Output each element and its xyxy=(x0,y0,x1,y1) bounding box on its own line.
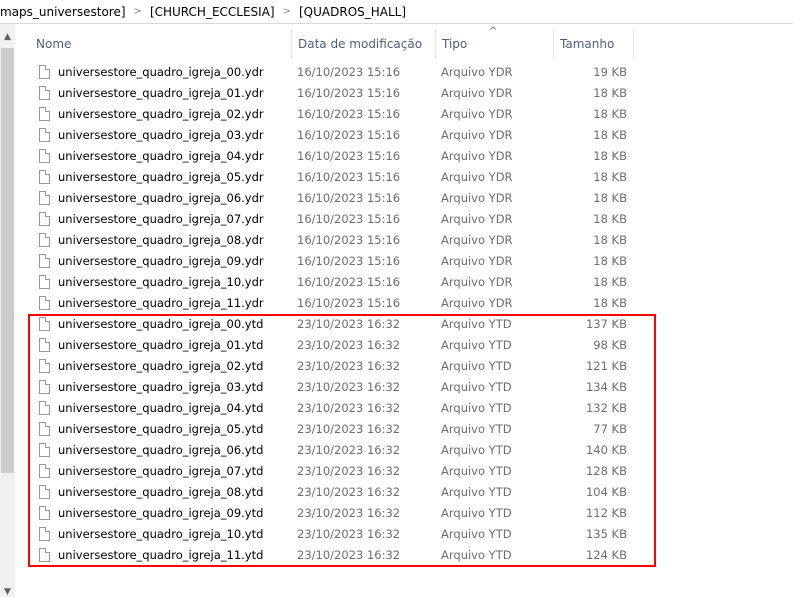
column-header-size[interactable]: Tamanho xyxy=(554,30,634,58)
file-icon xyxy=(39,149,50,163)
file-name: universestore_quadro_igreja_11.ydr xyxy=(58,296,264,310)
file-name: universestore_quadro_igreja_04.ydr xyxy=(58,149,264,163)
file-name: universestore_quadro_igreja_01.ydr xyxy=(58,86,264,100)
file-date: 16/10/2023 15:16 xyxy=(297,86,401,100)
file-date: 16/10/2023 15:16 xyxy=(297,149,401,163)
file-type: Arquivo YDR xyxy=(441,86,513,100)
breadcrumb-item[interactable]: [CHURCH_ECCLESIA] xyxy=(150,5,275,19)
breadcrumb-item[interactable]: maps_universestore] xyxy=(0,5,126,19)
column-header-row: Nome Data de modificação Tipo Tamanho xyxy=(15,30,793,58)
file-row[interactable]: universestore_quadro_igreja_09.ydr 16/10… xyxy=(35,251,635,272)
file-name: universestore_quadro_igreja_09.ydr xyxy=(58,254,264,268)
file-size: 18 KB xyxy=(593,296,627,310)
file-name: universestore_quadro_igreja_00.ydr xyxy=(58,65,264,79)
breadcrumb-item[interactable]: [QUADROS_HALL] xyxy=(299,5,406,19)
chevron-right-icon: > xyxy=(133,6,142,17)
file-icon xyxy=(39,233,50,247)
file-icon xyxy=(39,296,50,310)
file-size: 18 KB xyxy=(593,191,627,205)
file-type: Arquivo YDR xyxy=(441,212,513,226)
file-icon xyxy=(39,191,50,205)
file-date: 16/10/2023 15:16 xyxy=(297,107,401,121)
file-row[interactable]: universestore_quadro_igreja_11.ydr 16/10… xyxy=(35,293,635,314)
file-date: 16/10/2023 15:16 xyxy=(297,233,401,247)
file-icon xyxy=(39,254,50,268)
file-row[interactable]: universestore_quadro_igreja_10.ydr 16/10… xyxy=(35,272,635,293)
file-size: 18 KB xyxy=(593,254,627,268)
file-type: Arquivo YDR xyxy=(441,149,513,163)
file-name: universestore_quadro_igreja_10.ydr xyxy=(58,275,264,289)
file-row[interactable]: universestore_quadro_igreja_07.ydr 16/10… xyxy=(35,209,635,230)
file-icon xyxy=(39,86,50,100)
file-icon xyxy=(39,275,50,289)
file-row[interactable]: universestore_quadro_igreja_00.ydr 16/10… xyxy=(35,62,635,83)
file-row[interactable]: universestore_quadro_igreja_08.ydr 16/10… xyxy=(35,230,635,251)
file-size: 18 KB xyxy=(593,128,627,142)
highlight-box xyxy=(28,314,656,567)
file-type: Arquivo YDR xyxy=(441,275,513,289)
file-name: universestore_quadro_igreja_07.ydr xyxy=(58,212,264,226)
file-size: 18 KB xyxy=(593,212,627,226)
file-type: Arquivo YDR xyxy=(441,107,513,121)
file-icon xyxy=(39,128,50,142)
file-icon xyxy=(39,107,50,121)
file-row[interactable]: universestore_quadro_igreja_06.ydr 16/10… xyxy=(35,188,635,209)
file-row[interactable]: universestore_quadro_igreja_02.ydr 16/10… xyxy=(35,104,635,125)
column-header-name[interactable]: Nome xyxy=(30,30,292,58)
file-row[interactable]: universestore_quadro_igreja_05.ydr 16/10… xyxy=(35,167,635,188)
file-row[interactable]: universestore_quadro_igreja_01.ydr 16/10… xyxy=(35,83,635,104)
file-date: 16/10/2023 15:16 xyxy=(297,65,401,79)
file-name: universestore_quadro_igreja_06.ydr xyxy=(58,191,264,205)
file-name: universestore_quadro_igreja_08.ydr xyxy=(58,233,264,247)
file-size: 18 KB xyxy=(593,107,627,121)
file-name: universestore_quadro_igreja_05.ydr xyxy=(58,170,264,184)
file-row[interactable]: universestore_quadro_igreja_03.ydr 16/10… xyxy=(35,125,635,146)
file-size: 18 KB xyxy=(593,233,627,247)
file-icon xyxy=(39,170,50,184)
file-type: Arquivo YDR xyxy=(441,233,513,247)
sort-ascending-icon: ^ xyxy=(489,26,498,37)
file-type: Arquivo YDR xyxy=(441,170,513,184)
file-date: 16/10/2023 15:16 xyxy=(297,212,401,226)
column-header-date[interactable]: Data de modificação xyxy=(292,30,436,58)
vertical-scrollbar[interactable]: ▲ ▼ xyxy=(0,24,15,597)
file-date: 16/10/2023 15:16 xyxy=(297,275,401,289)
chevron-right-icon: > xyxy=(282,6,291,17)
file-date: 16/10/2023 15:16 xyxy=(297,296,401,310)
file-icon xyxy=(39,212,50,226)
file-name: universestore_quadro_igreja_02.ydr xyxy=(58,107,264,121)
scrollbar-thumb[interactable] xyxy=(1,48,14,473)
file-size: 18 KB xyxy=(593,149,627,163)
file-date: 16/10/2023 15:16 xyxy=(297,191,401,205)
file-type: Arquivo YDR xyxy=(441,65,513,79)
file-icon xyxy=(39,65,50,79)
file-type: Arquivo YDR xyxy=(441,128,513,142)
file-date: 16/10/2023 15:16 xyxy=(297,254,401,268)
scroll-up-icon[interactable]: ▲ xyxy=(0,32,15,42)
file-size: 18 KB xyxy=(593,170,627,184)
scroll-down-icon[interactable]: ▼ xyxy=(0,587,15,597)
file-date: 16/10/2023 15:16 xyxy=(297,128,401,142)
file-date: 16/10/2023 15:16 xyxy=(297,170,401,184)
file-type: Arquivo YDR xyxy=(441,296,513,310)
file-size: 18 KB xyxy=(593,275,627,289)
file-type: Arquivo YDR xyxy=(441,254,513,268)
file-name: universestore_quadro_igreja_03.ydr xyxy=(58,128,264,142)
file-size: 19 KB xyxy=(593,65,627,79)
file-row[interactable]: universestore_quadro_igreja_04.ydr 16/10… xyxy=(35,146,635,167)
file-size: 18 KB xyxy=(593,86,627,100)
file-type: Arquivo YDR xyxy=(441,191,513,205)
breadcrumb: maps_universestore] > [CHURCH_ECCLESIA] … xyxy=(0,0,793,24)
